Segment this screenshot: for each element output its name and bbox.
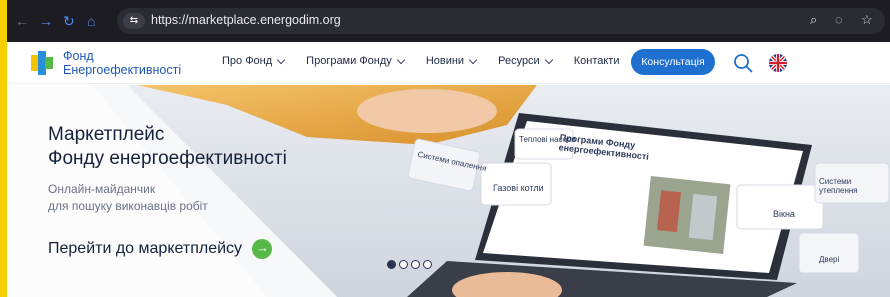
hero-title-line2: Фонду енергоефективності [48, 148, 287, 169]
slider-dot[interactable] [423, 260, 432, 269]
logo-text[interactable]: Фонд Енергоефективності [63, 49, 181, 77]
card-gas-label: Газові котли [493, 183, 544, 193]
highlight-bar [0, 0, 7, 297]
chevron-down-icon [544, 55, 553, 64]
menu-item-programs[interactable]: Програми Фонду [306, 55, 406, 67]
url-text[interactable]: https://marketplace.energodim.org [151, 13, 341, 27]
chevron-down-icon [396, 55, 406, 64]
menu-item-resources[interactable]: Ресурси [498, 55, 553, 67]
menu-item-label: Програми Фонду [306, 55, 392, 67]
hero-text-block: Маркетплейс Фонду енергоефективності Онл… [48, 123, 287, 215]
chevron-down-icon [276, 55, 286, 64]
address-bar[interactable]: ⇆ https://marketplace.energodim.org ⌕ ◌ … [117, 8, 885, 34]
slider-dots [387, 260, 432, 269]
card-windows-label: Вікна [773, 209, 795, 219]
logo-line1: Фонд [63, 49, 94, 63]
hero-title-line1: Маркетплейс [48, 124, 165, 145]
hero-banner: Теплові насоси Системи опалення Газові к… [7, 85, 890, 297]
consultation-button[interactable]: Консультація [631, 49, 715, 75]
screenshot-frame: ← → ↻ ⌂ ⇆ https://marketplace.energodim.… [0, 0, 890, 297]
home-icon[interactable]: ⌂ [87, 12, 95, 30]
slider-dot[interactable] [411, 260, 420, 269]
slider-dot[interactable] [399, 260, 408, 269]
menu-item-news[interactable]: Новини [425, 55, 478, 67]
arrow-right-icon[interactable] [252, 239, 273, 259]
menu-item-contacts[interactable]: Контакти [574, 55, 620, 67]
forward-icon[interactable]: → [39, 12, 53, 30]
go-to-marketplace-link[interactable]: Перейти до маркетплейсу [48, 239, 273, 259]
hero-subtitle-line1: Онлайн-майданчик [48, 182, 156, 196]
zoom-icon[interactable]: ⌕ [810, 12, 817, 28]
bookmark-star-icon[interactable]: ☆ [861, 12, 873, 28]
card-systems-label: Системи утеплення [819, 177, 858, 195]
site-info-icon[interactable]: ⇆ [123, 13, 145, 29]
chevron-down-icon [468, 55, 478, 64]
menu-item-label: Новини [425, 55, 465, 67]
go-to-marketplace-label: Перейти до маркетплейсу [48, 240, 243, 257]
uk-flag-language-icon[interactable] [769, 54, 787, 72]
reload-icon[interactable]: ↻ [63, 12, 75, 30]
site-header: Фонд Енергоефективності Про Фонд Програм… [7, 42, 890, 84]
fund-logo-icon[interactable] [31, 51, 53, 75]
browser-toolbar: ← → ↻ ⌂ ⇆ https://marketplace.energodim.… [7, 0, 890, 42]
tracking-icon[interactable]: ◌ [835, 12, 843, 27]
card-doors-label: Двері [819, 255, 840, 264]
slider-dot[interactable] [387, 260, 396, 269]
logo-line2: Енергоефективності [63, 63, 182, 77]
menu-item-label: Контакти [573, 55, 620, 67]
main-menu: Про Фонд Програми Фонду Новини Ресурси К… [222, 55, 619, 67]
search-icon[interactable] [733, 53, 753, 73]
menu-item-label: Про Фонд [222, 55, 273, 67]
menu-item-about[interactable]: Про Фонд [222, 55, 286, 67]
menu-item-label: Ресурси [498, 55, 540, 67]
hero-subtitle-line2: для пошуку виконавців робіт [48, 199, 208, 213]
back-icon[interactable]: ← [15, 12, 29, 30]
hero-subtitle: Онлайн-майданчик для пошуку виконавців р… [48, 181, 287, 215]
